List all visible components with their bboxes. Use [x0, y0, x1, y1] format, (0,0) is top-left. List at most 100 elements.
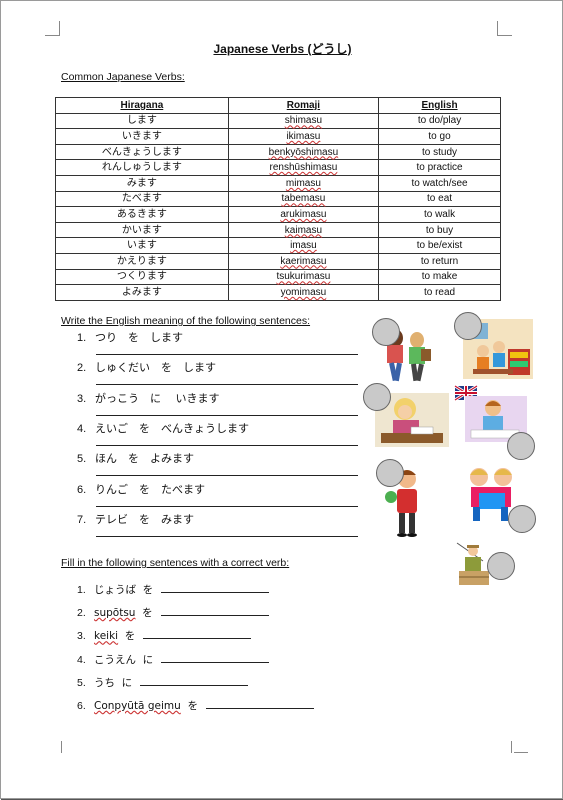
- answer-line[interactable]: [96, 354, 358, 355]
- question-number: 7.: [77, 513, 87, 526]
- answer-blank[interactable]: [160, 605, 269, 617]
- hiragana-cell: かいます: [55, 221, 229, 239]
- english-cell: to do/play: [378, 112, 501, 130]
- answer-circle[interactable]: [487, 552, 515, 580]
- english-cell: to walk: [378, 206, 501, 223]
- romaji-cell: kaimasu: [227, 221, 380, 239]
- particle: に: [115, 676, 133, 689]
- question-number: 2.: [77, 362, 87, 375]
- answer-circle[interactable]: [454, 312, 482, 340]
- fill-sentence: 1. じょうば を: [77, 582, 270, 597]
- answer-circle[interactable]: [363, 383, 391, 411]
- english-cell: to return: [378, 252, 501, 270]
- answer-blank[interactable]: [140, 675, 249, 686]
- sentence-text: えいご を べんきょうします: [95, 421, 249, 435]
- table-row: つくります tsukurimasu to make: [55, 268, 501, 286]
- particle: を: [118, 630, 136, 643]
- fill-word: じょうば: [94, 584, 136, 596]
- translate-heading: Write the English meaning of the followi…: [61, 315, 311, 327]
- romaji-cell: mimasu: [227, 174, 380, 192]
- column-header: Romaji: [227, 97, 380, 114]
- hiragana-cell: みます: [55, 174, 229, 192]
- romaji-cell: renshūshimasu: [227, 159, 380, 176]
- particle: を: [136, 584, 154, 596]
- fill-sentence: 2. supōtsu を: [77, 605, 269, 620]
- translate-sentence: 4. えいご を べんきょうします: [77, 420, 249, 436]
- romaji-cell: tabemasu: [227, 190, 380, 208]
- hiragana-cell: かえります: [55, 252, 229, 270]
- verb-table: Hiragana Romaji English します shimasu to do/pl…: [55, 97, 501, 301]
- hiragana-cell: します: [55, 112, 229, 130]
- answer-circle[interactable]: [507, 432, 535, 460]
- sentence-text: しゅくだい を します: [95, 361, 216, 375]
- table-row: かえります kaerimasu to return: [55, 252, 501, 270]
- answer-blank[interactable]: [161, 652, 270, 663]
- worksheet-page: Japanese Verbs (どうし) Common Japanese Ver…: [0, 0, 563, 799]
- translate-sentence: 6. りんご を たべます: [77, 481, 205, 497]
- romaji-cell: tsukurimasu: [227, 268, 380, 286]
- question-number: 3.: [77, 392, 87, 405]
- romaji-cell: kaerimasu: [227, 252, 380, 270]
- column-header: English: [378, 97, 501, 114]
- question-number: 3.: [77, 630, 86, 643]
- hiragana-cell: よみます: [55, 284, 229, 301]
- answer-line[interactable]: [96, 475, 358, 477]
- sentence-text: つり を します: [95, 331, 183, 344]
- crop-mark-bottom-right-h: [514, 752, 528, 753]
- table-row: れんしゅうします renshūshimasu to practice: [55, 159, 501, 176]
- english-cell: to eat: [378, 190, 501, 208]
- english-cell: to be/exist: [378, 237, 501, 254]
- english-cell: to go: [378, 128, 501, 145]
- hiragana-cell: いきます: [55, 128, 229, 145]
- romaji-cell: arukimasu: [227, 206, 380, 223]
- fill-heading: Fill in the following sentences with a c…: [61, 557, 290, 569]
- answer-line[interactable]: [96, 505, 358, 507]
- table-row: べんきょうします benkyōshimasu to study: [55, 143, 501, 161]
- hiragana-cell: たべます: [55, 190, 229, 208]
- romaji-cell: imasu: [227, 237, 380, 254]
- particle: を: [180, 700, 198, 712]
- question-number: 5.: [77, 676, 86, 689]
- crop-mark-bottom-left: [61, 741, 64, 753]
- fill-sentence: 5. うち に: [77, 675, 249, 690]
- sentence-text: がっこう に いきます: [95, 391, 220, 405]
- translate-sentence: 3. がっこう に いきます: [77, 390, 220, 406]
- answer-blank[interactable]: [161, 582, 270, 593]
- answer-blank[interactable]: [143, 628, 252, 640]
- answer-circle[interactable]: [508, 505, 536, 533]
- question-number: 5.: [77, 453, 87, 466]
- fill-sentence: 4. こうえん に: [77, 652, 270, 667]
- sentence-text: テレビ を みます: [95, 512, 194, 526]
- question-number: 6.: [77, 700, 86, 712]
- translate-sentence: 2. しゅくだい を します: [77, 359, 216, 375]
- answer-line[interactable]: [96, 414, 358, 416]
- fill-word: うち: [94, 676, 115, 689]
- romaji-cell: ikimasu: [227, 128, 380, 145]
- english-cell: to practice: [378, 159, 501, 176]
- table-heading: Common Japanese Verbs:: [61, 71, 185, 83]
- answer-circle[interactable]: [372, 318, 400, 346]
- hiragana-cell: べんきょうします: [55, 143, 229, 161]
- question-number: 2.: [77, 607, 86, 620]
- question-number: 1.: [77, 332, 87, 344]
- fill-word: Conpyūtā geimu: [94, 700, 181, 712]
- english-cell: to read: [378, 284, 501, 301]
- question-number: 4.: [77, 422, 87, 435]
- english-cell: to watch/see: [378, 174, 501, 192]
- answer-line[interactable]: [96, 444, 358, 446]
- romaji-cell: benkyōshimasu: [227, 143, 380, 161]
- table-row: します shimasu to do/play: [55, 112, 501, 130]
- fill-sentence: 3. keiki を: [77, 628, 252, 643]
- answer-blank[interactable]: [205, 698, 314, 709]
- particle: を: [135, 607, 153, 620]
- answer-line[interactable]: [96, 535, 358, 537]
- table-row: みます mimasu to watch/see: [55, 174, 501, 192]
- answer-circle[interactable]: [376, 459, 404, 487]
- page-title: Japanese Verbs (どうし): [213, 42, 352, 56]
- answer-line[interactable]: [96, 384, 358, 386]
- table-row: あるきます arukimasu to walk: [55, 206, 501, 223]
- fill-sentence: 6. Conpyūtā geimu を: [77, 698, 314, 713]
- column-header: Hiragana: [55, 97, 229, 114]
- sentence-text: りんご を たべます: [95, 482, 205, 496]
- table-row: よみます yomimasu to read: [55, 284, 501, 301]
